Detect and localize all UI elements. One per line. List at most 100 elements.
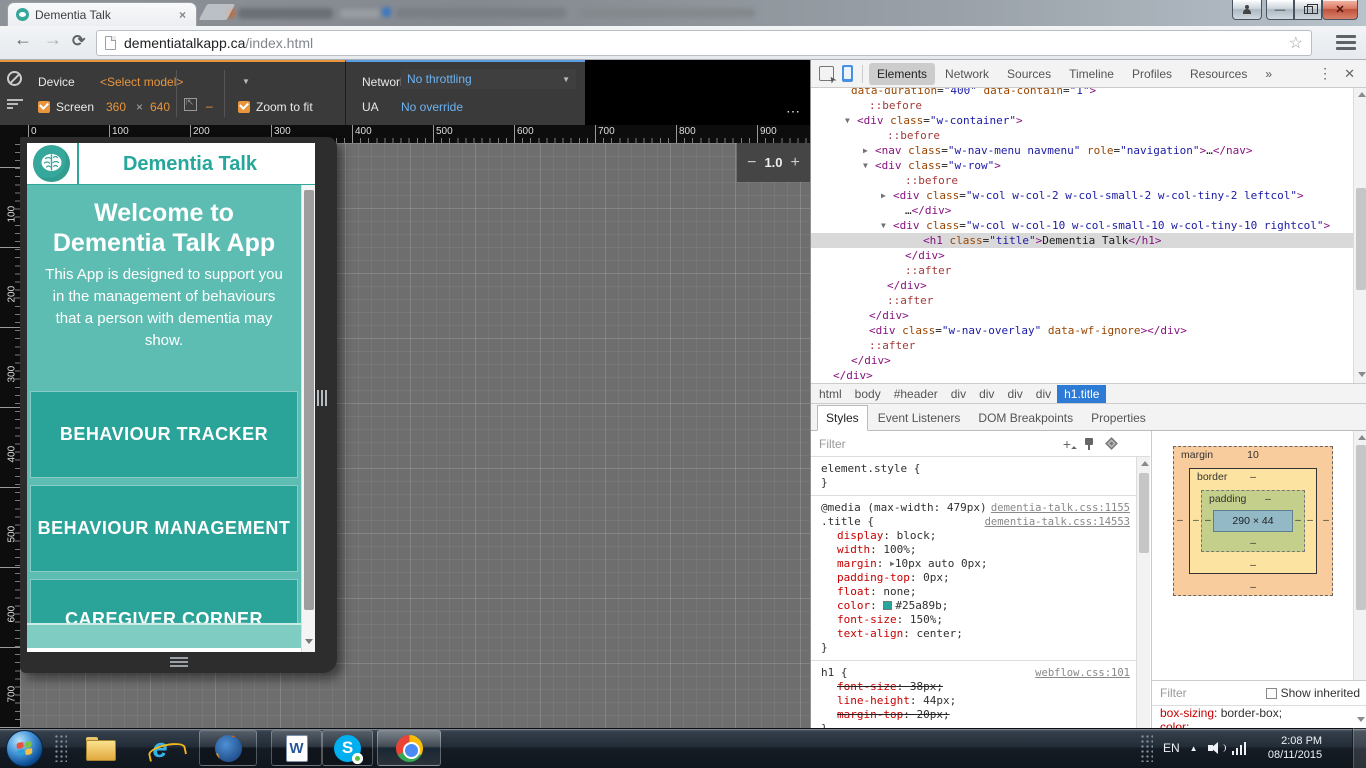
screen-width-field[interactable]: 360 <box>106 100 126 114</box>
breadcrumb-item[interactable]: div <box>951 387 966 401</box>
window-minimize-button[interactable]: — <box>1266 0 1294 20</box>
toggle-element-state-icon[interactable] <box>1085 437 1093 450</box>
expand-arrow-icon[interactable]: ▶ <box>881 188 893 203</box>
css-selector-line[interactable]: dementia-talk.css:1155 @media (max-width:… <box>821 501 1146 515</box>
new-style-rule-icon[interactable]: + <box>1063 436 1071 452</box>
padding-left-value[interactable]: – <box>1205 514 1211 526</box>
scroll-down-icon[interactable] <box>305 639 313 644</box>
taskbar-clock[interactable]: 2:08 PM 08/11/2015 <box>1256 734 1322 762</box>
border-top-value[interactable]: – <box>1190 471 1316 483</box>
app-button-behaviour-tracker[interactable]: BEHAVIOUR TRACKER <box>30 391 298 478</box>
stylesheet-link[interactable]: dementia-talk.css:14553 <box>985 515 1130 529</box>
sidebar-tab-styles[interactable]: Styles <box>817 405 868 431</box>
breadcrumb-item[interactable]: html <box>819 387 842 401</box>
dom-tree-node[interactable]: <h1 class="title">Dementia Talk</h1> <box>811 233 1353 248</box>
computed-filter-input[interactable]: Filter <box>1160 686 1187 700</box>
devtools-menu-icon[interactable]: ⋮ <box>1308 65 1342 82</box>
box-model-border[interactable]: border – – – – padding – – – – 290 × 44 <box>1189 468 1317 574</box>
dom-tree-node[interactable]: ::after <box>811 338 1353 353</box>
taskbar-chrome-button[interactable] <box>377 730 441 766</box>
breadcrumb-item[interactable]: div <box>1007 387 1022 401</box>
box-model-margin[interactable]: margin 10 – – – border – – – – padding –… <box>1173 446 1333 596</box>
border-bottom-value[interactable]: – <box>1190 559 1316 571</box>
devtools-close-icon[interactable]: ✕ <box>1342 66 1366 82</box>
dom-tree-node[interactable]: ::after <box>811 263 1353 278</box>
media-queries-icon[interactable] <box>7 99 23 111</box>
dom-tree-node[interactable]: data-duration="400" data-contain="1"> <box>811 88 1353 98</box>
devtools-tab-»[interactable]: » <box>1257 63 1280 85</box>
show-inherited-checkbox[interactable]: Show inherited <box>1265 686 1360 700</box>
css-selector-line[interactable]: dementia-talk.css:14553 .title { <box>821 515 1146 529</box>
expand-arrow-icon[interactable]: ▶ <box>863 143 875 158</box>
start-button[interactable] <box>6 730 43 767</box>
scroll-down-icon[interactable] <box>1358 372 1366 377</box>
css-declaration[interactable]: width: 100%; <box>821 543 1146 557</box>
ua-override-value[interactable]: No override <box>401 100 463 114</box>
devtools-tab-network[interactable]: Network <box>937 63 997 85</box>
tab-close-icon[interactable]: × <box>177 8 188 22</box>
css-declaration[interactable]: display: block; <box>821 529 1146 543</box>
scroll-up-icon[interactable] <box>1358 92 1366 97</box>
dom-tree-node[interactable]: </div> <box>811 353 1353 368</box>
zoom-to-fit-checkbox[interactable]: Zoom to fit <box>238 100 313 114</box>
breadcrumb-item[interactable]: div <box>979 387 994 401</box>
elements-scrollbar[interactable] <box>1353 88 1366 383</box>
dom-tree-node[interactable]: ▶ <div class="w-col w-col-2 w-col-small-2… <box>811 188 1353 203</box>
css-selector-line[interactable]: } <box>821 641 1146 655</box>
dom-tree-node[interactable]: ▼ <div class="w-col w-col-10 w-col-small-… <box>811 218 1353 233</box>
taskbar-word-button[interactable]: W <box>271 730 322 766</box>
more-overrides-icon[interactable]: ⋯ <box>786 103 801 120</box>
sidebar-tab-properties[interactable]: Properties <box>1083 406 1154 430</box>
scrollbar-thumb[interactable] <box>1139 473 1149 553</box>
animations-icon[interactable] <box>1105 437 1118 450</box>
css-selector-line[interactable]: element.style { <box>821 462 1146 476</box>
inspect-element-icon[interactable] <box>819 66 834 81</box>
page-scrollbar[interactable] <box>301 185 315 652</box>
border-right-value[interactable]: – <box>1307 514 1313 526</box>
css-declaration[interactable]: line-height: 44px; <box>821 694 1146 708</box>
scrollbar-thumb[interactable] <box>304 190 314 610</box>
device-pixel-ratio[interactable]: – <box>206 99 213 113</box>
metrics-scrollbar[interactable] <box>1353 431 1366 680</box>
zoom-out-button[interactable]: − <box>747 154 756 172</box>
network-throttling-select[interactable]: No throttling ▼ <box>401 69 576 89</box>
reload-button[interactable]: ⟳ <box>72 31 85 51</box>
css-declaration[interactable]: margin: ▶10px auto 0px; <box>821 557 1146 571</box>
dom-tree-node[interactable]: ::before <box>811 98 1353 113</box>
css-declaration[interactable]: float: none; <box>821 585 1146 599</box>
profile-button[interactable] <box>1232 0 1262 20</box>
breadcrumb-item[interactable]: #header <box>894 387 938 401</box>
dom-tree-node[interactable]: ::after <box>811 293 1353 308</box>
box-model-padding[interactable]: padding – – – – 290 × 44 <box>1201 490 1305 552</box>
chevron-down-icon[interactable]: ▼ <box>242 77 250 86</box>
bookmark-star-icon[interactable]: ☆ <box>1289 33 1303 53</box>
screen-height-field[interactable]: 640 <box>150 100 170 114</box>
scrollbar-thumb[interactable] <box>1356 188 1366 290</box>
css-declaration[interactable]: text-align: center; <box>821 627 1146 641</box>
dom-tree-node[interactable]: ▼ <div class="w-row"> <box>811 158 1353 173</box>
css-declaration[interactable]: margin-top: 20px; <box>821 708 1146 722</box>
padding-bottom-value[interactable]: – <box>1202 537 1304 549</box>
scroll-up-icon[interactable] <box>1358 435 1366 440</box>
stylesheet-link[interactable]: webflow.css:101 <box>1035 666 1130 680</box>
checkbox-checked-icon[interactable] <box>38 101 50 113</box>
taskbar-ie-button[interactable]: e <box>144 732 176 764</box>
scroll-up-icon[interactable] <box>1141 461 1149 466</box>
show-desktop-button[interactable] <box>1352 728 1366 768</box>
window-close-button[interactable]: ✕ <box>1322 0 1358 20</box>
taskbar-skype-button[interactable]: S <box>322 730 373 766</box>
checkbox-icon[interactable] <box>1265 687 1277 699</box>
devtools-tab-timeline[interactable]: Timeline <box>1061 63 1122 85</box>
sidebar-tab-dom-breakpoints[interactable]: DOM Breakpoints <box>970 406 1081 430</box>
devtools-tab-profiles[interactable]: Profiles <box>1124 63 1180 85</box>
device-mode-icon[interactable] <box>842 65 853 82</box>
styles-filter-input[interactable]: Filter <box>819 437 846 451</box>
devtools-tab-resources[interactable]: Resources <box>1182 63 1255 85</box>
checkbox-checked-icon[interactable] <box>238 101 250 113</box>
back-button[interactable]: ← <box>14 29 32 50</box>
margin-bottom-value[interactable]: – <box>1174 581 1332 593</box>
app-button-behaviour-management[interactable]: BEHAVIOUR MANAGEMENT <box>30 485 298 572</box>
forward-button[interactable]: → <box>44 29 62 50</box>
scrollbar-thumb[interactable] <box>1356 445 1366 610</box>
box-model-content[interactable]: 290 × 44 <box>1213 510 1293 532</box>
